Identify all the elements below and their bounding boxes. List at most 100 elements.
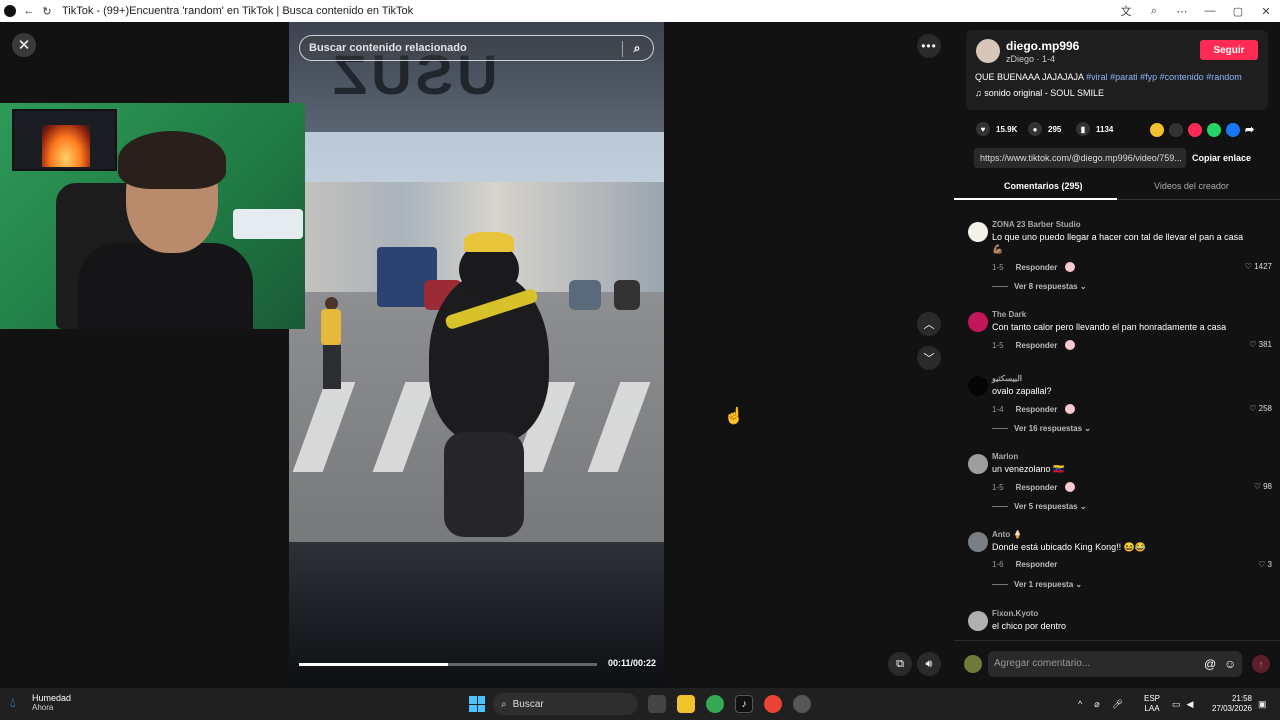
search-icon[interactable]: ⌕ [629, 40, 645, 56]
microphone-icon[interactable]: 🎤︎ [1112, 699, 1123, 710]
reply-button[interactable]: Responder [1016, 405, 1058, 414]
view-replies-button[interactable]: Ver 16 respuestas ⌄ [992, 424, 1091, 433]
commenter-name[interactable]: البيسكتيو [992, 374, 1022, 383]
commenter-avatar[interactable] [968, 312, 988, 332]
close-window-button[interactable]: ✕ [1252, 0, 1280, 22]
zoom-icon[interactable]: ⌕ [1140, 0, 1168, 22]
hashtag-link[interactable]: #contenido [1160, 72, 1204, 82]
copy-link-button[interactable]: Copiar enlace [1192, 148, 1251, 168]
comment-like-count: 98 [1263, 482, 1272, 491]
picture-in-picture-icon[interactable]: ⧉ [888, 652, 912, 676]
embed-icon[interactable] [1169, 123, 1183, 137]
tiktok-logo-icon [4, 5, 16, 17]
commenter-name[interactable]: Fixon.Kyoto [992, 609, 1038, 618]
language-indicator[interactable]: ESP LAA [1142, 694, 1162, 714]
back-arrow-icon[interactable]: ← [20, 0, 38, 22]
previous-video-chevron-up-icon[interactable]: ︿ [917, 312, 941, 336]
commenter-avatar[interactable] [968, 454, 988, 474]
view-replies-button[interactable]: Ver 5 respuestas ⌄ [992, 502, 1087, 511]
share-arrow-icon[interactable]: ➦ [1245, 123, 1259, 137]
commenter-avatar[interactable] [968, 532, 988, 552]
emoji-icon[interactable]: ☺ [1224, 657, 1236, 671]
commenter-name[interactable]: Anto 🍦 [992, 530, 1022, 539]
taskbar-search-box[interactable]: ⌕ Buscar [493, 693, 638, 715]
comment-date: 1-5 [992, 483, 1004, 492]
follow-button[interactable]: Seguir [1200, 40, 1258, 60]
comment-text: el chico por dentro [992, 621, 1067, 631]
video-gorilla-costume [409, 232, 559, 542]
comment-date: 1-6 [992, 560, 1004, 569]
app-with-badge-icon[interactable] [793, 695, 811, 713]
coin-icon[interactable] [1150, 123, 1164, 137]
notification-bell-icon[interactable]: ▣ [1258, 688, 1267, 720]
comment-like-button[interactable]: ♡ 258 [1249, 404, 1272, 413]
commenter-avatar[interactable] [968, 611, 988, 631]
creator-liked-icon [1065, 340, 1076, 350]
action-bar: ♥ 15.9K ● 295 ▮ 1134 ➦ [976, 122, 1266, 138]
windows-taskbar: 💧︎ Humedad Ahora ⌕ Buscar ♪ ^ ⌀ 🎤︎ ESP L… [0, 688, 1280, 720]
facebook-icon[interactable] [1226, 123, 1240, 137]
whatsapp-icon[interactable] [1207, 123, 1221, 137]
comment-button[interactable]: ● 295 [1028, 122, 1061, 136]
close-icon[interactable]: ✕ [12, 33, 36, 57]
commenter-name[interactable]: ZONA 23 Barber Studio [992, 220, 1081, 229]
video-player[interactable]: USUZ Buscar contenido relacionado ⌕ [289, 22, 664, 688]
like-button[interactable]: ♥ 15.9K [976, 122, 1017, 136]
weather-widget[interactable]: 💧︎ Humedad Ahora [10, 693, 71, 712]
file-explorer-icon[interactable] [677, 695, 695, 713]
send-comment-arrow-icon[interactable]: ↑ [1252, 655, 1270, 673]
volume-icon[interactable]: 🔊︎ [917, 652, 941, 676]
comment-like-button[interactable]: ♡ 381 [1249, 340, 1272, 349]
comment-like-button[interactable]: ♡ 3 [1258, 560, 1272, 569]
hashtag-link[interactable]: #parati [1110, 72, 1138, 82]
windows-start-icon[interactable] [469, 696, 485, 712]
hashtag-link[interactable]: #viral [1086, 72, 1108, 82]
related-search-input[interactable]: Buscar contenido relacionado ⌕ [299, 35, 654, 61]
reply-button[interactable]: Responder [1016, 483, 1058, 492]
author-username[interactable]: diego.mp996 [1006, 39, 1079, 53]
hashtag-link[interactable]: #random [1206, 72, 1242, 82]
tiktok-app-icon[interactable]: ♪ [735, 695, 753, 713]
tab-creator-videos[interactable]: Videos del creador [1154, 181, 1229, 191]
reply-button[interactable]: Responder [1016, 560, 1058, 569]
menu-dots-icon[interactable]: ⋯ [1168, 0, 1196, 22]
save-button[interactable]: ▮ 1134 [1076, 122, 1113, 136]
video-progress-bar[interactable] [299, 663, 597, 666]
comment-like-count: 381 [1258, 340, 1272, 349]
reply-button[interactable]: Responder [1016, 341, 1058, 350]
commenter-name[interactable]: The Dark [992, 310, 1026, 319]
quick-settings[interactable]: ▭ ◀︎ [1172, 688, 1193, 720]
sound-link[interactable]: ♫ sonido original - SOUL SMILE [975, 88, 1104, 98]
comment-like-button[interactable]: ♡ 1427 [1245, 262, 1272, 271]
more-options-icon[interactable]: ••• [917, 34, 941, 58]
reply-button[interactable]: Responder [1016, 263, 1058, 272]
comment-like-button[interactable]: ♡ 98 [1254, 482, 1272, 491]
tab-comments[interactable]: Comentarios (295) [1004, 181, 1083, 191]
view-replies-button[interactable]: Ver 1 respuesta ⌄ [992, 580, 1082, 589]
music-note-icon: ♫ [975, 88, 982, 98]
maximize-button[interactable]: ▢ [1224, 0, 1252, 22]
author-avatar[interactable] [976, 39, 1000, 63]
chrome-profile-icon[interactable] [764, 695, 782, 713]
send-to-friends-icon[interactable] [1188, 123, 1202, 137]
hashtag-link[interactable]: #fyp [1140, 72, 1157, 82]
video-link-field[interactable]: https://www.tiktok.com/@diego.mp996/vide… [974, 148, 1186, 168]
commenter-avatar[interactable] [968, 376, 988, 396]
webcam-tv-fireplace [12, 109, 117, 171]
task-view-icon[interactable] [648, 695, 666, 713]
reload-icon[interactable]: ↻ [38, 0, 56, 22]
view-replies-button[interactable]: Ver 8 respuestas ⌄ [992, 282, 1087, 291]
mention-at-icon[interactable]: @ [1204, 657, 1216, 671]
commenter-name[interactable]: Marlon [992, 452, 1018, 461]
chrome-icon[interactable] [706, 695, 724, 713]
minimize-button[interactable]: — [1196, 0, 1224, 22]
network-off-icon[interactable]: ⌀ [1094, 699, 1099, 710]
comment-date: 1-4 [992, 405, 1004, 414]
translate-icon[interactable]: 文 [1112, 0, 1140, 22]
details-panel: diego.mp996 zDiego · 1-4 Seguir QUE BUEN… [954, 22, 1280, 688]
next-video-chevron-down-icon[interactable]: ﹀ [917, 346, 941, 370]
caption-text: QUE BUENAAA JAJAJAJA [975, 72, 1084, 82]
chevron-up-icon[interactable]: ^ [1078, 699, 1082, 709]
taskbar-clock[interactable]: 21:58 27/03/2026 [1200, 694, 1252, 714]
commenter-avatar[interactable] [968, 222, 988, 242]
